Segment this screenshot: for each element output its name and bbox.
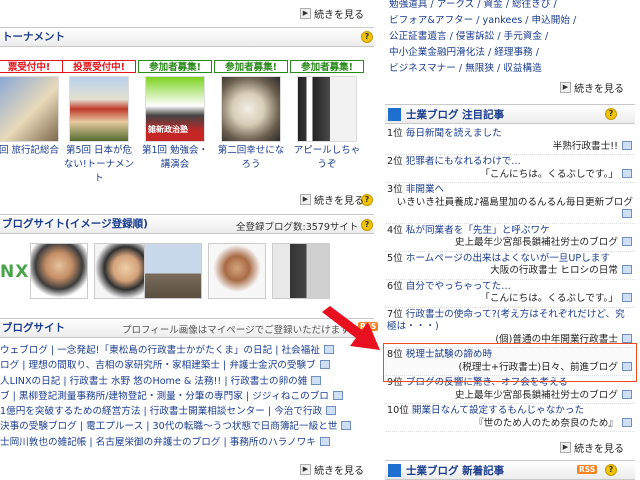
tournament-cards: 票受付中! 回 旅行記総合 投票受付中! 第5回 日本が危ない!トーナメント 参…: [0, 60, 372, 190]
ranking-item[interactable]: 7位 行政書士の使命って?(考え方はそれぞれだけど、究極は・・・) (個)普通の…: [385, 308, 635, 348]
more-link-tournament[interactable]: ▶ 続きを見る: [300, 192, 364, 207]
tag-line[interactable]: 中小企業金融円滑化法 / 経理事務 /: [389, 45, 640, 61]
blogger-photo[interactable]: [144, 243, 202, 299]
ranking-item[interactable]: 3位 非開業へ いきいき社員養成♪福島里加のるんるん毎日更新ブログ: [385, 183, 635, 224]
tournament-thumbnail: 雑新政治塾: [145, 76, 205, 142]
ranking-item[interactable]: 2位 犯罪者にもなれるわけで… 「こんにちは。くるぶしです。」: [385, 155, 635, 183]
left-column: ▶ 続きを見る トーナメント ? 票受付中! 回 旅行記総合 投票受付中! 第5…: [0, 0, 379, 480]
more-link-profile[interactable]: ▶ 続きを見る: [300, 462, 364, 477]
section-square-icon: [388, 107, 401, 121]
blogger-photo[interactable]: [208, 243, 266, 299]
tournament-badge: 票受付中!: [0, 60, 66, 73]
blog-link-line[interactable]: 士岡川敦也の雑記帳 | 名古屋栄御の弁護士のブログ | 事務所のハラノワキ: [0, 435, 374, 450]
more-link-tags[interactable]: ▶ 続きを見る: [560, 80, 624, 95]
more-link-featured[interactable]: ▶ 続きを見る: [560, 440, 624, 455]
red-arrow-icon: [322, 306, 380, 350]
arrow-icon: ▶: [300, 8, 311, 19]
doc-icon: [311, 375, 322, 385]
doc-icon: [326, 406, 337, 416]
blog-link-list: ウェブログ | 一念発起!「東松島の行政書士かがたくま」の日記 | 社会福祉 ロ…: [0, 343, 374, 450]
ranking-item[interactable]: 5位 ホームページの出来はよくないが一旦UPします 大阪の行政書士 ヒロシの日常: [385, 252, 635, 280]
highlight-box: [383, 343, 637, 382]
profile-blogs-title: ブログサイト: [2, 322, 65, 334]
featured-header: 士業ブログ 注目記事: [385, 104, 635, 124]
ranking-item[interactable]: 10位 開業日なんて設定するもんじゃなかった 『世のため人のため奈良のため』: [385, 404, 635, 432]
arrow-icon: ▶: [560, 442, 571, 453]
image-blogs-title: ブログサイト(イメージ登録順): [2, 218, 148, 230]
ranking-item[interactable]: 1位 毎日新聞を読えました 半熟行政書士!!: [385, 127, 635, 155]
help-icon[interactable]: ?: [605, 464, 617, 476]
doc-icon: [319, 436, 330, 446]
new-articles-title: 士業ブログ 新着記事: [406, 464, 505, 477]
tournament-card[interactable]: 参加者募集! 第二回幸せになろう: [214, 60, 288, 172]
blog-link-line[interactable]: 1億円を突破するための経営方法 | 行政書士開業相談センター | 今治で行政: [0, 404, 374, 419]
right-column: 勉強道具 / アークス / 資金 / 総往きび / ビフォア&アフター / ya…: [383, 0, 640, 480]
doc-icon: [622, 389, 632, 399]
tag-line[interactable]: 公正証書遺言 / 侵害訴訟 / 手元資金 /: [389, 29, 640, 45]
profile-note: プロフィール画像はマイページでご登録いただけます: [122, 325, 350, 336]
featured-ranking-list: 1位 毎日新聞を読えました 半熟行政書士!! 2位 犯罪者にもなれるわけで… 「…: [385, 127, 635, 432]
doc-icon: [622, 293, 632, 302]
doc-icon: [622, 168, 632, 178]
tournament-card[interactable]: 投票受付中! 第5回 日本が危ない!トーナメント: [62, 60, 136, 186]
ranking-item[interactable]: 4位 私が同業者を「先生」と呼ぶワケ 史上最年少宮部長鎖補社労士のブログ: [385, 224, 635, 252]
tag-line[interactable]: ビフォア&アフター / yankees / 申込開始 /: [389, 13, 640, 29]
help-icon[interactable]: ?: [361, 219, 373, 231]
linx-logo-text: NX: [0, 262, 30, 282]
tag-line[interactable]: ビジネスマナー / 無限狭 / 収益構造: [389, 61, 640, 77]
doc-icon: [341, 421, 352, 431]
tournament-header: トーナメント: [0, 27, 374, 47]
blog-link-line[interactable]: 人LINXの日記 | 行政書士 水野 悠のHome & 法務!! | 行政書士の…: [0, 374, 374, 389]
blog-count: 全登録ブログ数:3579サイト: [236, 222, 359, 233]
doc-icon: [332, 390, 343, 400]
blogger-photo[interactable]: [30, 243, 88, 299]
doc-icon: [622, 209, 632, 218]
doc-icon: [319, 360, 330, 370]
arrow-icon: ▶: [300, 464, 311, 475]
doc-icon: [622, 237, 632, 246]
doc-icon: [622, 417, 632, 427]
tournament-thumbnail: [297, 76, 357, 142]
tournament-card[interactable]: 票受付中! 回 旅行記総合: [0, 60, 66, 158]
blog-link-line[interactable]: ブ | 黒柳登記測量事務所/建物登記・測量・分筆の専門家 | ジジィねこのブロ: [0, 389, 374, 404]
tag-line[interactable]: 勉強道具 / アークス / 資金 / 総往きび /: [389, 0, 640, 13]
rss-icon[interactable]: RSS: [577, 465, 598, 474]
tag-list: 勉強道具 / アークス / 資金 / 総往きび / ビフォア&アフター / ya…: [385, 0, 640, 77]
help-icon[interactable]: ?: [361, 31, 373, 43]
blog-link-line[interactable]: ログ | 理想の間取り、吉相の家研究所・家相建築士 | 弁護士金沢の受験ブ: [0, 358, 374, 373]
doc-icon: [622, 265, 632, 274]
tournament-thumbnail: [69, 76, 129, 142]
ranking-item[interactable]: 6位 自分でやっちゃってた… 「こんにちは。くるぶしです。」: [385, 280, 635, 308]
tournament-badge: 参加者募集!: [214, 60, 288, 73]
tournament-title: トーナメント: [2, 31, 65, 43]
doc-icon: [622, 333, 632, 343]
tournament-badge: 参加者募集!: [138, 60, 212, 73]
featured-title: 士業ブログ 注目記事: [406, 108, 505, 121]
tournament-badge: 参加者募集!: [290, 60, 364, 73]
tournament-thumbnail: [0, 76, 59, 142]
doc-icon: [622, 140, 632, 150]
new-articles-header: 士業ブログ 新着記事: [385, 460, 635, 480]
blog-link-line[interactable]: 決事の受験ブログ | 電工プルース | 30代の転職〜うつ状態で日商簿記一級と世: [0, 419, 374, 434]
help-icon[interactable]: ?: [605, 108, 617, 120]
section-square-icon: [388, 463, 401, 477]
arrow-icon: ▶: [560, 82, 571, 93]
tournament-thumbnail: [221, 76, 281, 142]
tournament-badge: 投票受付中!: [62, 60, 136, 73]
more-link-top[interactable]: ▶ 続きを見る: [300, 6, 364, 21]
arrow-icon: ▶: [300, 194, 311, 205]
tournament-card[interactable]: 参加者募集! アピールしちゃうぞ: [290, 60, 364, 172]
tournament-card[interactable]: 参加者募集! 雑新政治塾 第1回 勉強会・講演会: [138, 60, 212, 172]
blogger-photo[interactable]: [272, 243, 330, 299]
